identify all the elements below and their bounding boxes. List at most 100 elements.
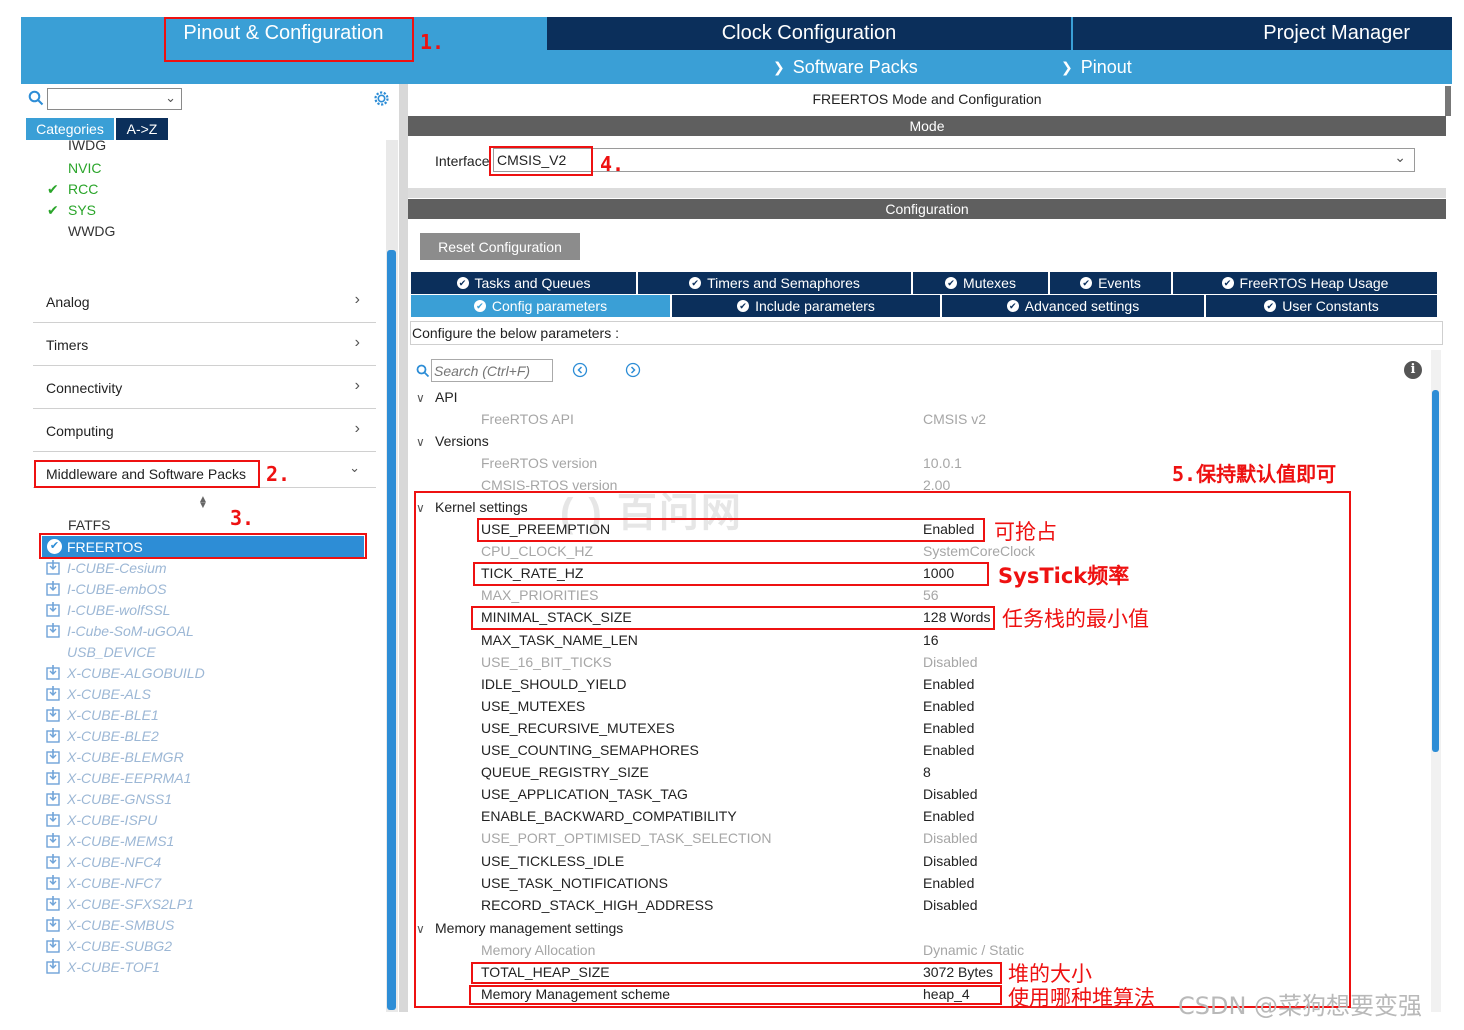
list-item-pack[interactable]: I-CUBE-Cesium	[46, 557, 167, 578]
param-name[interactable]: IDLE_SHOULD_YIELD	[481, 676, 627, 698]
param-value[interactable]: Disabled	[923, 897, 977, 919]
list-item-pack[interactable]: X-CUBE-MEMS1	[46, 830, 174, 851]
config-tab[interactable]: ✔ Timers and Semaphores	[638, 272, 913, 294]
param-value[interactable]: Enabled	[923, 676, 974, 698]
config-tab[interactable]: ✔ Advanced settings	[942, 295, 1206, 317]
param-name[interactable]: MINIMAL_STACK_SIZE	[481, 609, 632, 631]
param-value[interactable]: 56	[923, 587, 939, 609]
list-item-iwdg[interactable]: IWDG	[68, 140, 106, 153]
category-connectivity[interactable]: Connectivity ›	[33, 368, 376, 409]
param-name[interactable]: ENABLE_BACKWARD_COMPATIBILITY	[481, 808, 737, 830]
param-value[interactable]: 128 Words	[923, 609, 990, 631]
param-name[interactable]: FreeRTOS API	[481, 411, 574, 433]
category-analog[interactable]: Analog ›	[33, 282, 376, 323]
list-item-pack[interactable]: X-CUBE-ISPU	[46, 809, 157, 830]
group-memory[interactable]: ∨ Memory management settings	[416, 920, 623, 936]
group-versions[interactable]: ∨ Versions	[416, 433, 489, 449]
param-search-input[interactable]	[431, 359, 553, 382]
list-item-pack[interactable]: X-CUBE-NFC4	[46, 851, 161, 872]
param-name[interactable]: USE_MUTEXES	[481, 698, 585, 720]
param-value[interactable]: heap_4	[923, 986, 970, 1008]
param-value[interactable]: 16	[923, 632, 939, 654]
collapse-handle[interactable]	[1445, 86, 1451, 116]
list-item-nvic[interactable]: NVIC	[68, 160, 101, 176]
param-value[interactable]: Enabled	[923, 808, 974, 830]
param-name[interactable]: USE_PREEMPTION	[481, 521, 610, 543]
list-item-pack[interactable]: X-CUBE-ALGOBUILD	[46, 662, 205, 683]
param-name[interactable]: USE_TICKLESS_IDLE	[481, 853, 624, 875]
tab-project-manager[interactable]: Project Manager	[1073, 17, 1452, 50]
param-name[interactable]: TOTAL_HEAP_SIZE	[481, 964, 610, 986]
pinout-menu[interactable]: ❯ Pinout	[1061, 53, 1132, 81]
param-name[interactable]: CPU_CLOCK_HZ	[481, 543, 593, 565]
list-item-freertos[interactable]: ✔ FREERTOS	[42, 536, 364, 557]
param-value[interactable]: Disabled	[923, 786, 977, 808]
param-name[interactable]: Memory Management scheme	[481, 986, 670, 1008]
list-item-pack[interactable]: X-CUBE-BLEMGR	[46, 746, 184, 767]
list-item-pack[interactable]: USB_DEVICE	[46, 641, 156, 662]
list-item-fatfs[interactable]: FATFS	[68, 517, 111, 533]
param-name[interactable]: USE_PORT_OPTIMISED_TASK_SELECTION	[481, 830, 771, 852]
param-value[interactable]: 1000	[923, 565, 954, 587]
param-value[interactable]: Enabled	[923, 521, 974, 543]
list-item-pack[interactable]: I-CUBE-embOS	[46, 578, 167, 599]
param-name[interactable]: USE_16_BIT_TICKS	[481, 654, 612, 676]
param-value[interactable]: Enabled	[923, 720, 974, 742]
param-value[interactable]: Enabled	[923, 698, 974, 720]
next-icon[interactable]	[625, 362, 641, 378]
param-name[interactable]: CMSIS-RTOS version	[481, 477, 617, 499]
param-value[interactable]: Enabled	[923, 742, 974, 764]
list-item-sys[interactable]: SYS	[68, 202, 96, 218]
param-value[interactable]: 10.0.1	[923, 455, 962, 477]
list-item-pack[interactable]: X-CUBE-EEPRMA1	[46, 767, 191, 788]
right-scrollbar-thumb[interactable]	[1432, 390, 1439, 752]
reset-configuration-button[interactable]: Reset Configuration	[420, 233, 580, 260]
param-value[interactable]: Enabled	[923, 875, 974, 897]
software-packs-menu[interactable]: ❯ Software Packs	[773, 53, 918, 81]
list-item-pack[interactable]: X-CUBE-SFXS2LP1	[46, 893, 194, 914]
category-timers[interactable]: Timers ›	[33, 325, 376, 366]
list-item-pack[interactable]: X-CUBE-GNSS1	[46, 788, 172, 809]
previous-icon[interactable]	[572, 362, 588, 378]
category-middleware[interactable]: Middleware and Software Packs ⌄	[33, 454, 376, 488]
param-value[interactable]: CMSIS v2	[923, 411, 986, 433]
param-name[interactable]: Memory Allocation	[481, 942, 595, 964]
list-item-wwdg[interactable]: WWDG	[68, 223, 115, 239]
gear-icon[interactable]	[372, 89, 391, 108]
tab-clock-configuration[interactable]: Clock Configuration	[547, 17, 1071, 50]
param-value[interactable]: Disabled	[923, 830, 977, 852]
list-item-pack[interactable]: X-CUBE-ALS	[46, 683, 151, 704]
list-item-pack[interactable]: X-CUBE-BLE1	[46, 704, 159, 725]
list-item-pack[interactable]: X-CUBE-BLE2	[46, 725, 159, 746]
list-item-pack[interactable]: I-CUBE-wolfSSL	[46, 599, 170, 620]
param-name[interactable]: FreeRTOS version	[481, 455, 597, 477]
config-tab[interactable]: ✔ FreeRTOS Heap Usage	[1173, 272, 1439, 294]
param-name[interactable]: RECORD_STACK_HIGH_ADDRESS	[481, 897, 713, 919]
categories-tab[interactable]: Categories	[26, 118, 114, 140]
param-value[interactable]: Disabled	[923, 654, 977, 676]
param-name[interactable]: MAX_TASK_NAME_LEN	[481, 632, 638, 654]
list-item-pack[interactable]: X-CUBE-SMBUS	[46, 914, 174, 935]
list-item-rcc[interactable]: RCC	[68, 181, 98, 197]
left-scrollbar-thumb[interactable]	[387, 250, 396, 1010]
list-item-pack[interactable]: X-CUBE-SUBG2	[46, 935, 172, 956]
sort-icon[interactable]: ▲ ▼	[198, 495, 208, 511]
config-tab[interactable]: ✔ Tasks and Queues	[411, 272, 638, 294]
param-value[interactable]: 3072 Bytes	[923, 964, 993, 986]
interface-select[interactable]: CMSIS_V2 ⌄	[493, 148, 1415, 172]
info-icon[interactable]: i	[1404, 361, 1422, 379]
param-name[interactable]: USE_COUNTING_SEMAPHORES	[481, 742, 699, 764]
param-name[interactable]: TICK_RATE_HZ	[481, 565, 583, 587]
param-value[interactable]: 2.00	[923, 477, 950, 499]
list-item-pack[interactable]: I-Cube-SoM-uGOAL	[46, 620, 194, 641]
group-kernel[interactable]: ∨ Kernel settings	[416, 499, 528, 515]
group-api[interactable]: ∨ API	[416, 389, 458, 405]
config-tab[interactable]: ✔ Include parameters	[672, 295, 942, 317]
config-tab[interactable]: ✔ User Constants	[1206, 295, 1439, 317]
config-tab[interactable]: ✔ Mutexes	[913, 272, 1050, 294]
param-name[interactable]: USE_TASK_NOTIFICATIONS	[481, 875, 668, 897]
category-computing[interactable]: Computing ›	[33, 411, 376, 452]
list-item-pack[interactable]: X-CUBE-TOF1	[46, 956, 160, 977]
list-item-pack[interactable]: X-CUBE-NFC7	[46, 872, 161, 893]
param-name[interactable]: MAX_PRIORITIES	[481, 587, 598, 609]
